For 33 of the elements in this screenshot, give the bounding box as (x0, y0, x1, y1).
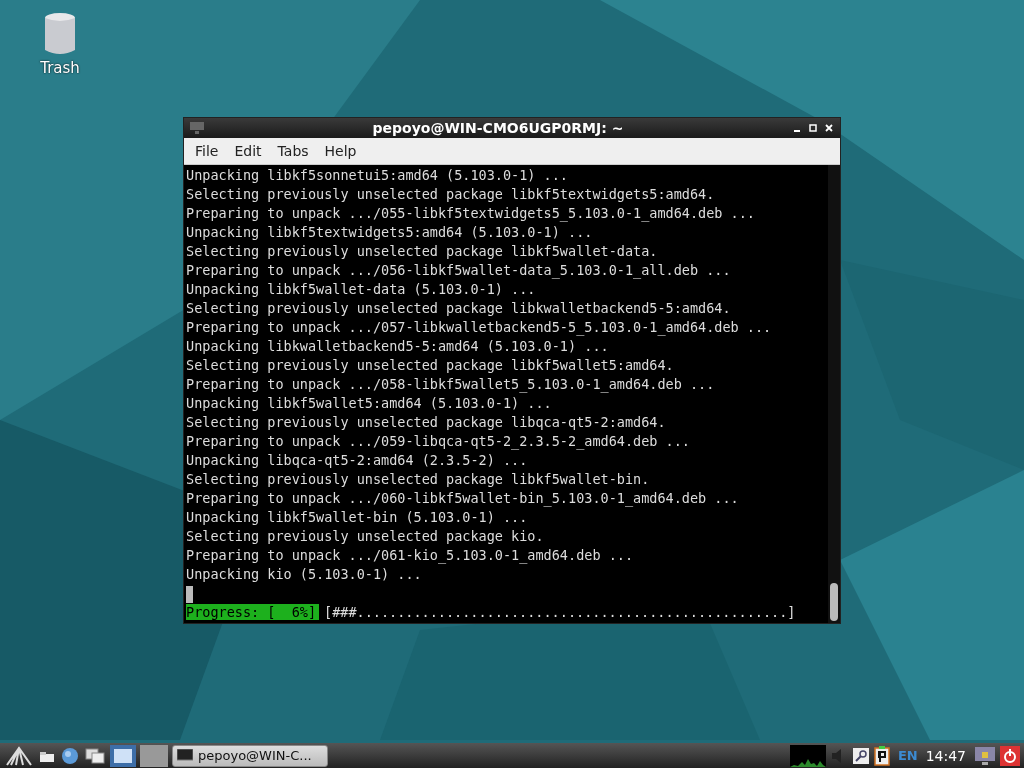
taskbar-task-button[interactable]: pepoyo@WIN-C... (172, 744, 328, 767)
terminal-line: Selecting previously unselected package kio. (186, 527, 545, 546)
terminal-line: Selecting previously unselected package libkwalletbackend5-5:amd64. (186, 299, 732, 318)
terminal-line: Selecting previously unselected package libkf5wallet-data. (186, 242, 659, 261)
progress-bar-text: [###.....................................................] (324, 604, 796, 620)
menu-item[interactable]: Tabs (269, 143, 317, 159)
terminal-line: Selecting previously unselected package libkf5textwidgets5:amd64. (186, 185, 716, 204)
terminal-line: Preparing to unpack .../058-libkf5wallet5_5.103.0-1_amd64.deb ... (186, 375, 716, 394)
window-title: pepoyo@WIN-CMO6UGP0RMJ: ~ (371, 120, 625, 136)
terminal-line: Preparing to unpack .../057-libkwalletbackend5-5_5.103.0-1_amd64.deb ... (186, 318, 773, 337)
terminal-line: Unpacking libkf5wallet5:amd64 (5.103.0-1) ... (186, 394, 553, 413)
terminal-line: Selecting previously unselected package libkf5wallet5:amd64. (186, 356, 675, 375)
terminal-line: Unpacking libkf5textwidgets5:amd64 (5.103.0-1) ... (186, 223, 594, 242)
terminal-line: Unpacking kio (5.103.0-1) ... (186, 565, 423, 584)
terminal-line: Unpacking libkf5wallet-bin (5.103.0-1) ... (186, 508, 529, 527)
terminal-line: Preparing to unpack .../055-libkf5textwidgets5_5.103.0-1_amd64.deb ... (186, 204, 756, 223)
terminal-line: Preparing to unpack .../056-libkf5wallet-data_5.103.0-1_all.deb ... (186, 261, 732, 280)
terminal-line: Preparing to unpack .../060-libkf5wallet-bin_5.103.0-1_amd64.deb ... (186, 489, 740, 508)
terminal-line: Preparing to unpack .../061-kio_5.103.0-1_amd64.deb ... (186, 546, 635, 565)
clock[interactable]: 14:47 (925, 747, 966, 764)
terminal-line: Unpacking libkf5wallet-data (5.103.0-1) ... (186, 280, 537, 299)
progress-label: Progress: [ 6%] (186, 604, 320, 620)
terminal-line: Preparing to unpack .../059-libqca-qt5-2_2.3.5-2_amd64.deb ... (186, 432, 691, 451)
terminal-line: Selecting previously unselected package libkf5wallet-bin. (186, 470, 651, 489)
trash-label: Trash (40, 59, 80, 77)
menu-item[interactable]: File (187, 143, 227, 159)
terminal-line: Selecting previously unselected package libqca-qt5-2:amd64. (186, 413, 667, 432)
menu-item[interactable]: Help (316, 143, 365, 159)
terminal-line: Unpacking libkf5sonnetui5:amd64 (5.103.0-1) ... (186, 166, 569, 185)
terminal-line: Unpacking libkwalletbackend5-5:amd64 (5.103.0-1) ... (186, 337, 610, 356)
trash-desktop-icon[interactable]: Trash (36, 12, 84, 77)
menu-item[interactable]: Edit (226, 143, 270, 159)
terminal-line: Unpacking libqca-qt5-2:amd64 (2.3.5-2) ... (186, 451, 529, 470)
